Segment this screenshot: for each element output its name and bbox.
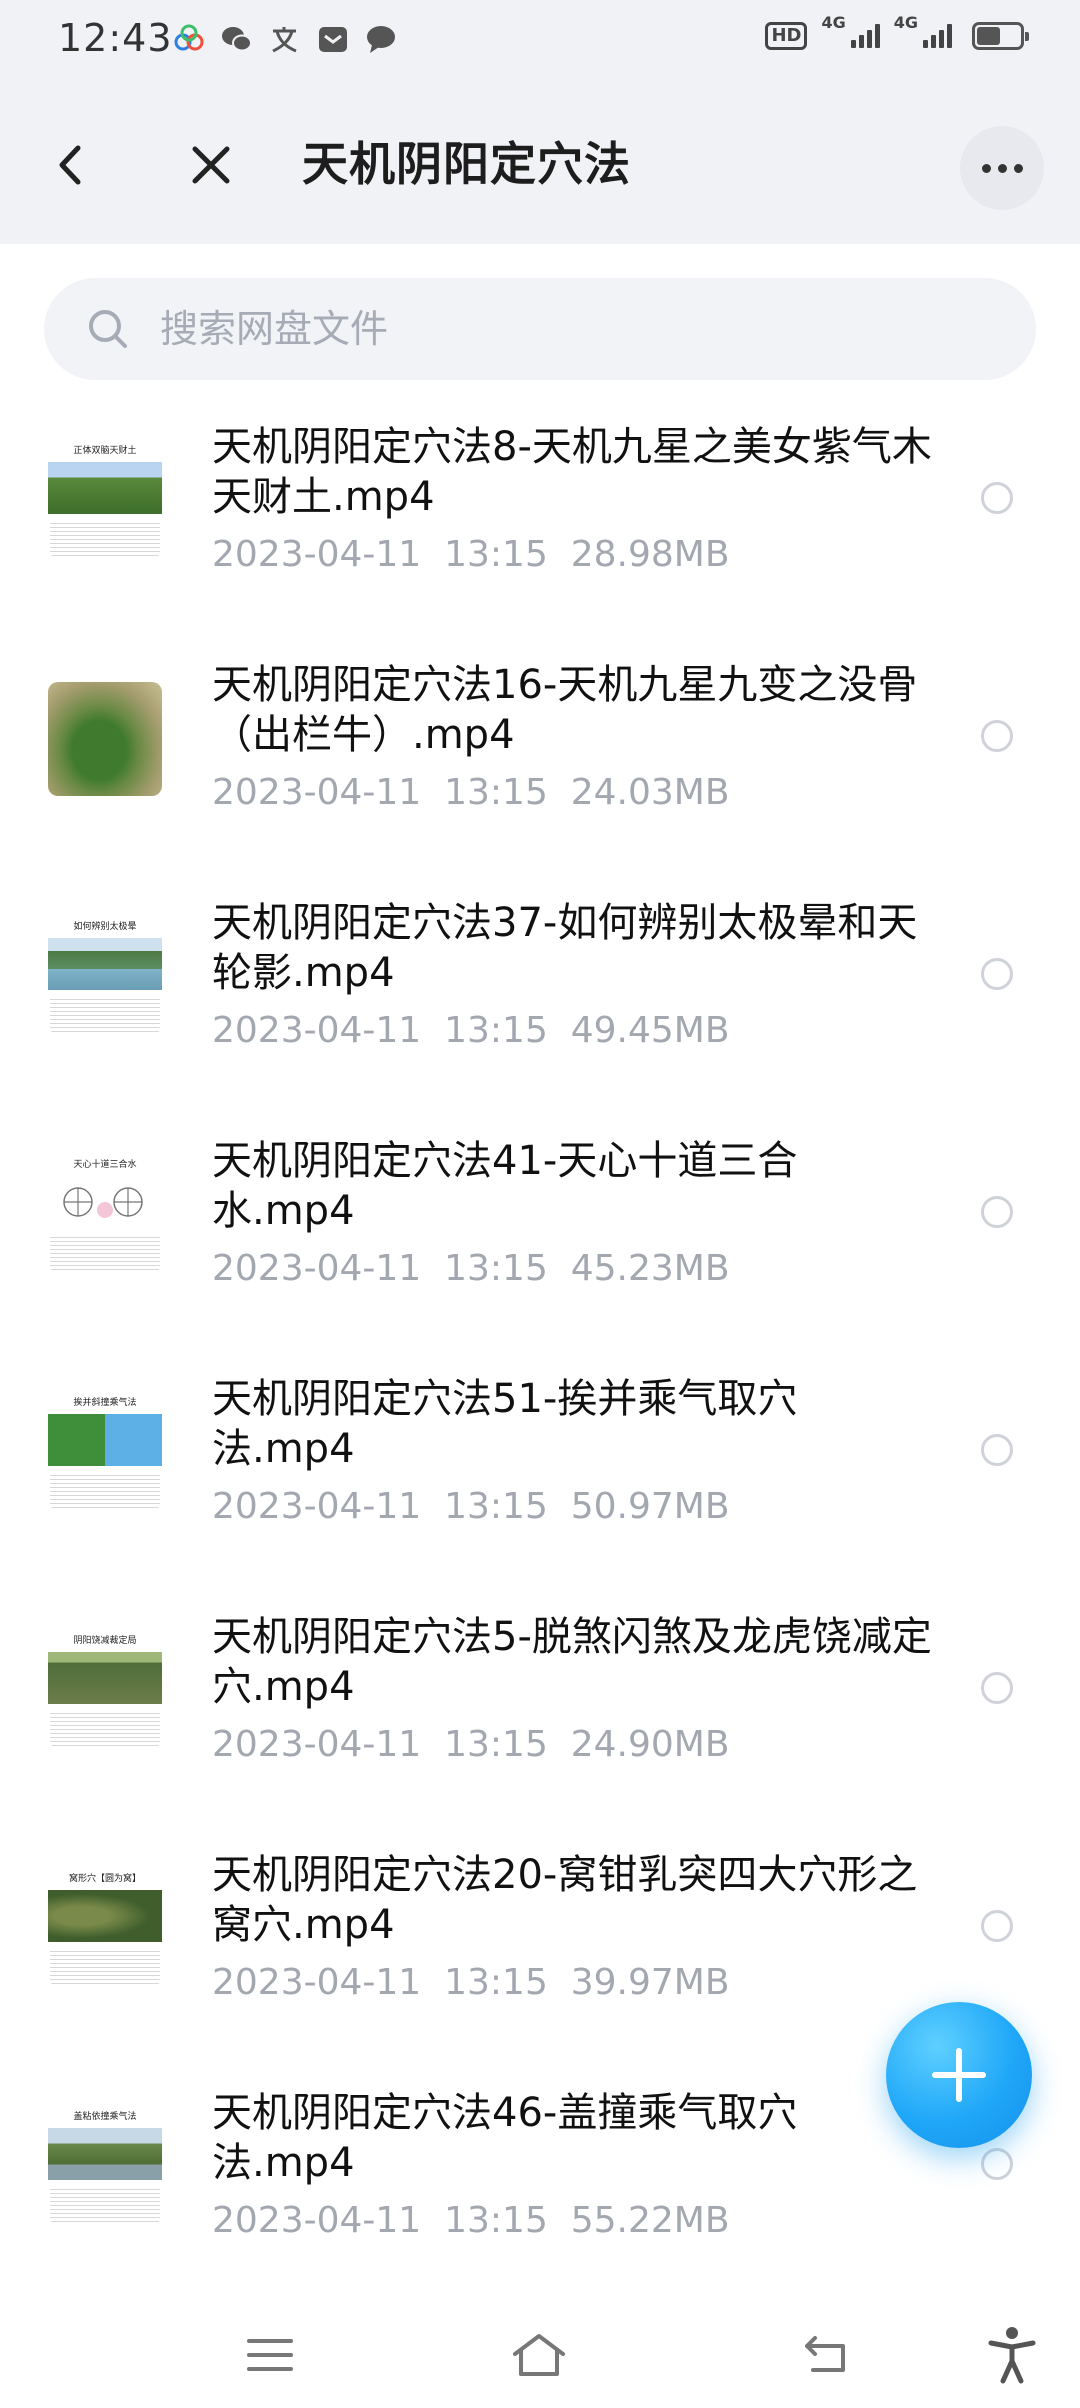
select-radio[interactable] <box>981 1672 1013 1704</box>
file-name: 天机阴阳定穴法37-如何辨别太极晕和天轮影.mp4 <box>212 900 918 996</box>
close-icon <box>192 146 230 184</box>
translate-icon <box>268 22 302 56</box>
status-time: 12:43 <box>58 16 173 60</box>
file-name: 天机阴阳定穴法46-盖撞乘气取穴法.mp4 <box>212 2090 798 2186</box>
select-radio[interactable] <box>981 2148 1013 2180</box>
video-thumbnail <box>48 682 162 796</box>
header: 天机阴阳定穴法 <box>0 84 1080 244</box>
signal-sim2-icon: 4G <box>894 13 952 48</box>
video-thumbnail: 阴阳饶减裁定局 <box>48 1634 162 1748</box>
video-thumbnail: 如何辨别太极晕 <box>48 920 162 1034</box>
more-button[interactable] <box>960 126 1044 210</box>
file-name: 天机阴阳定穴法5-脱煞闪煞及龙虎饶减定穴.mp4 <box>212 1614 932 1710</box>
search-input[interactable] <box>160 307 980 351</box>
file-name: 天机阴阳定穴法16-天机九星九变之没骨（出栏牛）.mp4 <box>212 662 918 758</box>
mail-icon <box>316 22 350 56</box>
thumbnail-caption: 盖粘依撞乘气法 <box>73 2112 137 2122</box>
hd-voice-icon: HD <box>765 22 808 50</box>
chevron-left-icon <box>59 145 81 185</box>
file-row[interactable]: 如何辨别太极晕 天机阴阳定穴法37-如何辨别太极晕和天轮影.mp4 2023-0… <box>0 876 1080 1114</box>
home-button[interactable] <box>504 2320 574 2390</box>
thumbnail-caption: 窝形穴【圆为窝】 <box>68 1874 141 1884</box>
video-thumbnail: 盖粘依撞乘气法 <box>48 2110 162 2224</box>
thumbnail-caption: 天心十道三合水 <box>73 1160 137 1170</box>
thumbnail-caption: 正体双脑天财土 <box>73 446 137 456</box>
select-radio[interactable] <box>981 958 1013 990</box>
file-row[interactable]: 天心十道三合水 天机阴阳定穴法41-天心十道三合水.mp4 2023-04-11… <box>0 1114 1080 1352</box>
file-row[interactable]: 正体双脑天财土 天机阴阳定穴法8-天机九星之美女紫气木天财土.mp4 2023-… <box>0 400 1080 638</box>
video-thumbnail: 天心十道三合水 <box>48 1158 162 1272</box>
plus-icon <box>932 2048 986 2102</box>
file-meta: 2023-04-11 13:15 55.22MB <box>212 2200 730 2241</box>
message-icon <box>364 22 398 56</box>
file-meta: 2023-04-11 13:15 45.23MB <box>212 1248 730 1289</box>
wechat-icon <box>220 22 254 56</box>
thumbnail-caption: 挨并斜撞乘气法 <box>73 1398 137 1408</box>
search-bar[interactable] <box>44 278 1036 380</box>
notification-icons <box>172 22 398 56</box>
page-title: 天机阴阳定穴法 <box>302 137 631 191</box>
menu-button[interactable] <box>235 2320 305 2390</box>
file-name: 天机阴阳定穴法51-挨并乘气取穴法.mp4 <box>212 1376 798 1472</box>
home-icon <box>513 2334 565 2376</box>
video-thumbnail: 正体双脑天财土 <box>48 444 162 558</box>
sim1-network-label: 4G <box>821 13 846 32</box>
file-row[interactable]: 阴阳饶减裁定局 天机阴阳定穴法5-脱煞闪煞及龙虎饶减定穴.mp4 2023-04… <box>0 1590 1080 1828</box>
baidu-netdisk-icon <box>172 22 206 56</box>
file-meta: 2023-04-11 13:15 49.45MB <box>212 1010 730 1051</box>
menu-icon <box>247 2339 293 2371</box>
accessibility-button[interactable] <box>977 2320 1047 2390</box>
back-icon <box>805 2336 845 2372</box>
file-name: 天机阴阳定穴法41-天心十道三合水.mp4 <box>212 1138 798 1234</box>
file-name: 天机阴阳定穴法8-天机九星之美女紫气木天财土.mp4 <box>212 424 932 520</box>
file-meta: 2023-04-11 13:15 50.97MB <box>212 1486 730 1527</box>
video-thumbnail: 窝形穴【圆为窝】 <box>48 1872 162 1986</box>
file-meta: 2023-04-11 13:15 24.90MB <box>212 1724 730 1765</box>
status-indicators: HD 4G 4G <box>765 13 1029 50</box>
video-thumbnail: 挨并斜撞乘气法 <box>48 1396 162 1510</box>
thumbnail-caption: 阴阳饶减裁定局 <box>73 1636 137 1646</box>
battery-icon <box>972 22 1029 50</box>
select-radio[interactable] <box>981 1196 1013 1228</box>
search-icon <box>89 310 127 348</box>
thumbnail-caption: 如何辨别太极晕 <box>73 922 137 932</box>
back-button[interactable] <box>40 120 100 210</box>
file-meta: 2023-04-11 13:15 24.03MB <box>212 772 730 813</box>
file-meta: 2023-04-11 13:15 28.98MB <box>212 534 730 575</box>
close-button[interactable] <box>176 120 246 210</box>
file-row[interactable]: 天机阴阳定穴法16-天机九星九变之没骨（出栏牛）.mp4 2023-04-11 … <box>0 638 1080 876</box>
file-row[interactable]: 挨并斜撞乘气法 天机阴阳定穴法51-挨并乘气取穴法.mp4 2023-04-11… <box>0 1352 1080 1590</box>
sim2-network-label: 4G <box>893 13 918 32</box>
system-nav-bar <box>0 2300 1080 2408</box>
more-icon <box>981 163 991 173</box>
status-bar: 12:43 HD 4G 4G <box>0 0 1080 84</box>
select-radio[interactable] <box>981 1910 1013 1942</box>
file-name: 天机阴阳定穴法20-窝钳乳突四大穴形之窝穴.mp4 <box>212 1852 918 1948</box>
back-nav-button[interactable] <box>792 2320 862 2390</box>
signal-sim1-icon: 4G <box>821 13 880 48</box>
add-button[interactable] <box>886 2002 1032 2148</box>
select-radio[interactable] <box>981 482 1013 514</box>
file-meta: 2023-04-11 13:15 39.97MB <box>212 1962 730 2003</box>
select-radio[interactable] <box>981 1434 1013 1466</box>
accessibility-icon <box>988 2327 1036 2384</box>
select-radio[interactable] <box>981 720 1013 752</box>
